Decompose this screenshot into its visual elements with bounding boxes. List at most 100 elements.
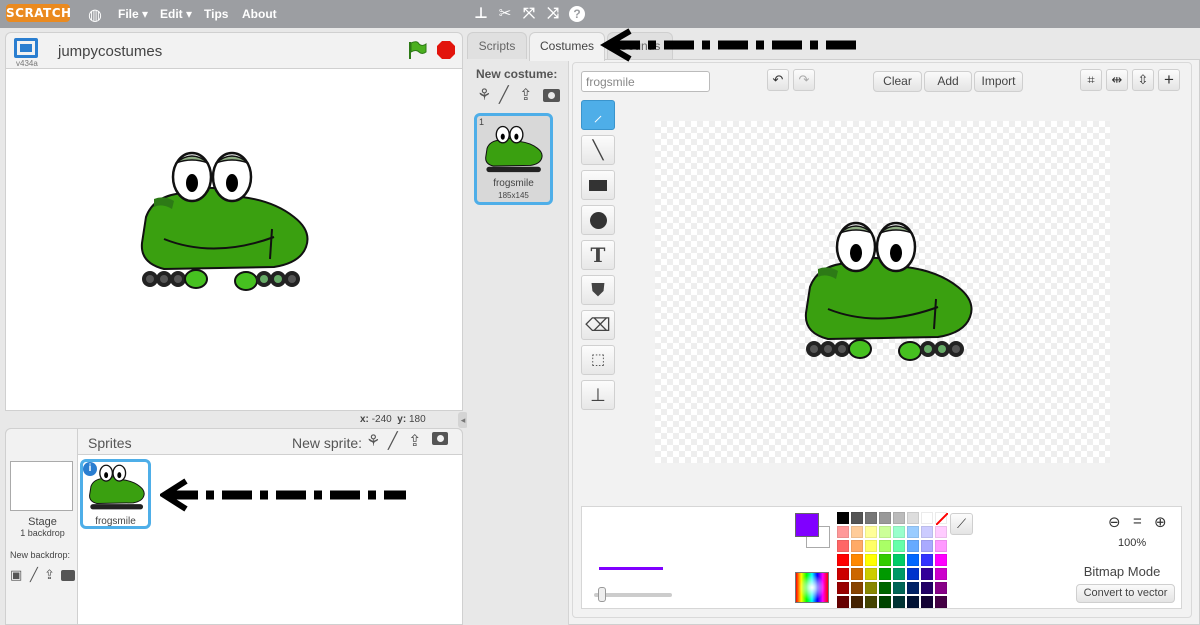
duplicate-stamp-icon[interactable]: ⊥ — [472, 5, 490, 23]
crop-icon[interactable]: ⌗ — [1080, 69, 1102, 91]
palette-swatch[interactable] — [837, 554, 849, 566]
palette-swatch[interactable] — [879, 596, 891, 608]
stage-thumbnail[interactable] — [10, 461, 73, 511]
palette-swatch[interactable] — [935, 596, 947, 608]
upload-costume-icon[interactable]: ⇪ — [519, 85, 532, 105]
delete-scissors-icon[interactable]: ✂ — [496, 5, 514, 23]
paint-costume-icon[interactable]: ╱ — [499, 85, 509, 105]
palette-swatch[interactable] — [879, 554, 891, 566]
menu-about[interactable]: About — [242, 7, 277, 21]
camera-backdrop-icon[interactable] — [61, 570, 75, 581]
frog-sprite-image[interactable] — [134, 151, 316, 293]
palette-swatch[interactable] — [907, 554, 919, 566]
ellipse-tool-icon[interactable] — [581, 205, 615, 235]
fullscreen-icon[interactable] — [14, 38, 38, 58]
palette-swatch[interactable] — [907, 526, 919, 538]
tab-scripts[interactable]: Scripts — [467, 32, 527, 60]
costume-name-field[interactable] — [581, 71, 710, 92]
grow-icon[interactable]: ⤧ — [520, 5, 538, 23]
clear-button[interactable]: Clear — [873, 71, 922, 92]
palette-swatch[interactable] — [851, 554, 863, 566]
import-button[interactable]: Import — [974, 71, 1023, 92]
palette-swatch[interactable] — [851, 526, 863, 538]
palette-swatch[interactable] — [935, 582, 947, 594]
stamp-tool-icon[interactable]: ⊥ — [581, 380, 615, 410]
sprite-tile[interactable]: i frogsmile — [80, 459, 151, 529]
palette-swatch[interactable] — [907, 582, 919, 594]
fill-bucket-tool-icon[interactable]: ⛊ — [581, 275, 615, 305]
add-button[interactable]: Add — [924, 71, 972, 92]
palette-swatch[interactable] — [865, 596, 877, 608]
text-tool-icon[interactable]: T — [581, 240, 615, 270]
redo-icon[interactable]: ↷ — [793, 69, 815, 91]
palette-swatch[interactable] — [921, 540, 933, 552]
palette-swatch[interactable] — [879, 540, 891, 552]
palette-swatch[interactable] — [837, 596, 849, 608]
help-icon[interactable]: ? — [569, 6, 585, 22]
color-palette[interactable] — [837, 512, 949, 609]
palette-swatch[interactable] — [851, 512, 863, 524]
eraser-tool-icon[interactable]: ⌫ — [581, 310, 615, 340]
palette-swatch[interactable] — [851, 540, 863, 552]
costume-frog-image[interactable] — [798, 221, 980, 363]
zoom-reset-icon[interactable]: = — [1133, 513, 1142, 530]
palette-swatch[interactable] — [837, 512, 849, 524]
menu-edit[interactable]: Edit ▾ — [160, 7, 192, 21]
globe-icon[interactable]: ◍ — [88, 5, 102, 25]
palette-swatch[interactable] — [865, 512, 877, 524]
palette-swatch[interactable] — [907, 512, 919, 524]
zoom-in-icon[interactable]: ⊕ — [1154, 513, 1167, 531]
palette-swatch[interactable] — [893, 582, 905, 594]
palette-swatch[interactable] — [921, 554, 933, 566]
palette-swatch[interactable] — [865, 568, 877, 580]
palette-swatch[interactable] — [893, 596, 905, 608]
palette-swatch[interactable] — [865, 526, 877, 538]
palette-swatch[interactable] — [837, 526, 849, 538]
select-tool-icon[interactable]: ⬚ — [581, 345, 615, 375]
palette-swatch[interactable] — [921, 582, 933, 594]
palette-swatch[interactable] — [851, 568, 863, 580]
palette-swatch[interactable] — [837, 582, 849, 594]
palette-swatch[interactable] — [851, 582, 863, 594]
menu-file[interactable]: File ▾ — [118, 7, 148, 21]
stage-canvas[interactable] — [5, 68, 463, 411]
costume-library-icon[interactable]: ⚘ — [477, 85, 491, 105]
palette-swatch[interactable] — [935, 554, 947, 566]
palette-swatch[interactable] — [893, 540, 905, 552]
set-center-icon[interactable]: + — [1158, 69, 1180, 91]
menu-tips[interactable]: Tips — [204, 7, 228, 21]
upload-backdrop-icon[interactable]: ⇪ — [44, 567, 55, 583]
camera-costume-icon[interactable] — [543, 89, 560, 102]
palette-swatch[interactable] — [907, 540, 919, 552]
paint-canvas[interactable] — [655, 121, 1110, 463]
paint-backdrop-icon[interactable]: ╱ — [30, 567, 38, 583]
flip-vertical-icon[interactable]: ⇳ — [1132, 69, 1154, 91]
palette-swatch[interactable] — [893, 512, 905, 524]
backdrop-library-icon[interactable]: ▣ — [10, 567, 22, 583]
palette-swatch[interactable] — [921, 512, 933, 524]
palette-swatch[interactable] — [865, 582, 877, 594]
palette-swatch[interactable] — [879, 568, 891, 580]
brush-size-slider-thumb[interactable] — [598, 587, 606, 602]
palette-swatch[interactable] — [879, 526, 891, 538]
convert-to-vector-button[interactable]: Convert to vector — [1076, 584, 1175, 603]
palette-swatch[interactable] — [921, 526, 933, 538]
paint-new-sprite-icon[interactable]: ╱ — [388, 431, 398, 451]
undo-icon[interactable]: ↶ — [767, 69, 789, 91]
stop-icon[interactable] — [436, 40, 456, 63]
line-tool-icon[interactable]: ╲ — [581, 135, 615, 165]
tab-costumes[interactable]: Costumes — [529, 32, 605, 61]
eyedropper-icon[interactable]: ⟋ — [950, 513, 973, 535]
palette-swatch[interactable] — [837, 568, 849, 580]
project-title[interactable]: jumpycostumes — [58, 43, 162, 60]
zoom-out-icon[interactable]: ⊖ — [1108, 513, 1121, 531]
palette-swatch[interactable] — [893, 554, 905, 566]
palette-swatch[interactable] — [907, 568, 919, 580]
green-flag-icon[interactable] — [407, 40, 427, 63]
primary-color-swatch[interactable] — [795, 513, 819, 537]
palette-swatch[interactable] — [865, 540, 877, 552]
palette-swatch[interactable] — [851, 596, 863, 608]
palette-swatch[interactable] — [837, 540, 849, 552]
brush-tool-icon[interactable]: ⸝ — [581, 100, 615, 130]
scratch-logo[interactable]: SCRATCH — [6, 4, 71, 22]
